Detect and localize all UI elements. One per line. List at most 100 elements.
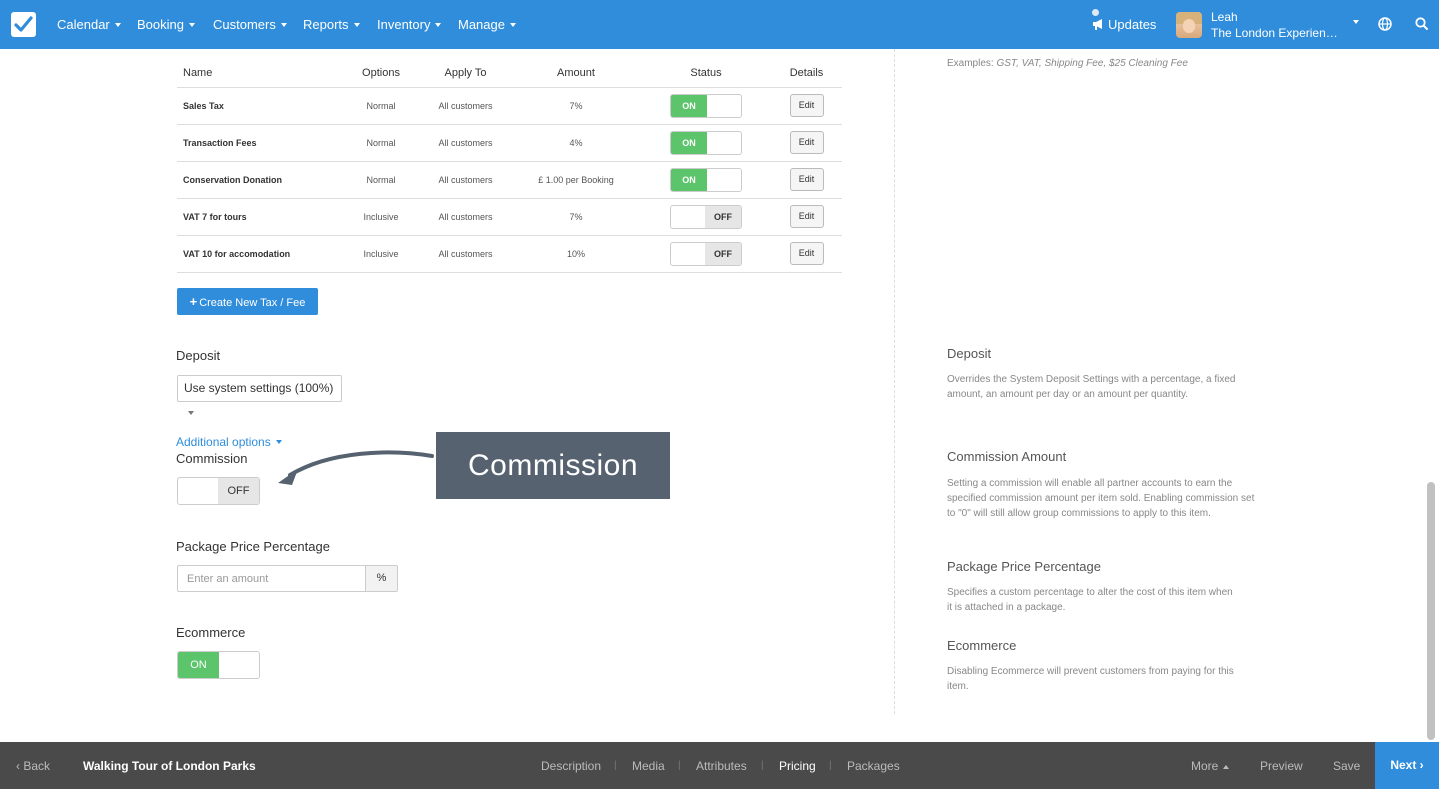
- toggle-off-label: OFF: [218, 478, 259, 504]
- nav-inventory[interactable]: Inventory: [377, 17, 442, 32]
- chevron-down-icon: [280, 22, 287, 27]
- search-icon[interactable]: [1415, 17, 1428, 30]
- column-header-name: Name: [177, 60, 342, 88]
- user-name[interactable]: Leah: [1211, 10, 1238, 24]
- globe-icon[interactable]: [1378, 17, 1392, 31]
- top-navbar: Calendar Booking Customers Reports Inven…: [0, 0, 1439, 49]
- user-menu-chevron-down-icon[interactable]: [1353, 20, 1359, 24]
- nav-manage-label: Manage: [458, 17, 505, 32]
- details-cell: Edit: [771, 124, 842, 162]
- chevron-down-icon: [275, 439, 282, 444]
- status-cell: ON: [641, 87, 771, 125]
- additional-options-link[interactable]: Additional options: [176, 435, 282, 449]
- column-header-amount: Amount: [511, 60, 641, 88]
- tab-packages[interactable]: Packages: [847, 759, 900, 773]
- ecommerce-label: Ecommerce: [176, 625, 246, 640]
- edit-button[interactable]: Edit: [789, 242, 824, 265]
- status-toggle[interactable]: OFF: [670, 204, 742, 229]
- tax-apply-to: All customers: [420, 235, 511, 273]
- bottom-toolbar: ‹ Back Walking Tour of London Parks Desc…: [0, 742, 1439, 789]
- nav-booking[interactable]: Booking: [137, 17, 195, 32]
- tax-apply-to: All customers: [420, 161, 511, 199]
- commission-toggle[interactable]: OFF: [177, 477, 260, 505]
- status-toggle[interactable]: ON: [670, 130, 742, 155]
- tab-attributes[interactable]: Attributes: [696, 759, 747, 773]
- tab-separator: |: [761, 760, 764, 771]
- save-button[interactable]: Save: [1333, 759, 1360, 773]
- tax-apply-to: All customers: [420, 198, 511, 236]
- status-cell: ON: [641, 161, 771, 199]
- chevron-down-icon: [188, 410, 194, 415]
- tax-apply-to: All customers: [420, 87, 511, 125]
- tax-name: VAT 7 for tours: [177, 198, 342, 236]
- chevron-down-icon: [353, 22, 360, 27]
- tab-media[interactable]: Media: [632, 759, 665, 773]
- table-row: VAT 10 for accomodation Inclusive All cu…: [177, 235, 842, 273]
- details-cell: Edit: [771, 161, 842, 199]
- back-button[interactable]: ‹ Back: [16, 759, 50, 773]
- details-cell: Edit: [771, 235, 842, 273]
- help-package-text: Specifies a custom percentage to alter t…: [947, 587, 1233, 613]
- create-new-tax-fee-button[interactable]: + Create New Tax / Fee: [177, 288, 318, 315]
- details-cell: Edit: [771, 198, 842, 236]
- table-row: VAT 7 for tours Inclusive All customers …: [177, 198, 842, 236]
- callout-arrow-icon: [278, 450, 434, 485]
- chevron-up-icon: [1223, 764, 1230, 769]
- column-header-options: Options: [342, 60, 420, 88]
- preview-button[interactable]: Preview: [1260, 759, 1303, 773]
- status-toggle[interactable]: ON: [670, 93, 742, 118]
- user-organization[interactable]: The London Experienc...: [1211, 26, 1341, 40]
- status-toggle[interactable]: ON: [670, 167, 742, 192]
- tax-options: Normal: [342, 124, 420, 162]
- edit-button[interactable]: Edit: [789, 205, 824, 228]
- updates-button[interactable]: Updates: [1092, 9, 1156, 32]
- chevron-down-icon: [114, 22, 121, 27]
- tax-options: Inclusive: [342, 198, 420, 236]
- edit-button[interactable]: Edit: [789, 168, 824, 191]
- nav-manage[interactable]: Manage: [458, 17, 516, 32]
- edit-button[interactable]: Edit: [789, 131, 824, 154]
- notification-dot: [1092, 9, 1099, 16]
- nav-booking-label: Booking: [137, 17, 184, 32]
- deposit-select-value: Use system settings (100%): [184, 381, 334, 395]
- edit-button[interactable]: Edit: [789, 94, 824, 117]
- table-row: Sales Tax Normal All customers 7% ON Edi…: [177, 87, 842, 125]
- scrollbar-thumb[interactable]: [1427, 482, 1435, 740]
- tax-options: Inclusive: [342, 235, 420, 273]
- column-header-apply-to: Apply To: [420, 60, 511, 88]
- megaphone-icon: [1093, 19, 1102, 30]
- deposit-select[interactable]: Use system settings (100%): [177, 375, 342, 415]
- help-package-title: Package Price Percentage: [947, 559, 1101, 574]
- status-toggle[interactable]: OFF: [670, 241, 742, 266]
- help-commission-title: Commission Amount: [947, 449, 1067, 464]
- additional-options-label: Additional options: [176, 435, 271, 449]
- tab-separator: |: [678, 760, 681, 771]
- commission-callout: Commission: [436, 432, 670, 499]
- ecommerce-toggle[interactable]: ON: [177, 651, 260, 679]
- help-ecommerce-title: Ecommerce: [947, 638, 1017, 653]
- next-button[interactable]: Next ›: [1375, 742, 1439, 789]
- nav-customers[interactable]: Customers: [213, 17, 287, 32]
- more-button[interactable]: More: [1191, 759, 1230, 773]
- tax-apply-to: All customers: [420, 124, 511, 162]
- nav-calendar-label: Calendar: [57, 17, 110, 32]
- package-price-percentage-input[interactable]: [177, 565, 366, 592]
- nav-reports-label: Reports: [303, 17, 349, 32]
- tax-amount: 4%: [511, 124, 641, 162]
- toggle-on-label: ON: [671, 168, 707, 191]
- chevron-down-icon: [509, 22, 516, 27]
- toggle-on-label: ON: [671, 94, 707, 117]
- tax-examples-text: Examples: GST, VAT, Shipping Fee, $25 Cl…: [947, 58, 1188, 69]
- examples-list: GST, VAT, Shipping Fee, $25 Cleaning Fee: [996, 58, 1188, 69]
- tab-description[interactable]: Description: [541, 759, 601, 773]
- tax-name: Sales Tax: [177, 87, 342, 125]
- app-logo-checkmark-icon[interactable]: [11, 12, 36, 37]
- nav-reports[interactable]: Reports: [303, 17, 360, 32]
- tab-pricing[interactable]: Pricing: [779, 759, 816, 773]
- chevron-down-icon: [435, 22, 442, 27]
- details-cell: Edit: [771, 87, 842, 125]
- taxes-fees-table: Name Options Apply To Amount Status Deta…: [177, 60, 842, 273]
- user-avatar[interactable]: [1176, 12, 1202, 38]
- back-label: Back: [23, 759, 51, 773]
- nav-calendar[interactable]: Calendar: [57, 17, 121, 32]
